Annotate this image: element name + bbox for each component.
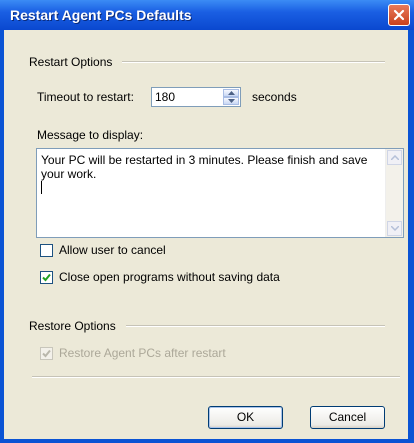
timeout-input[interactable]: [155, 89, 215, 105]
scroll-down-button[interactable]: [387, 221, 402, 236]
message-label: Message to display:: [37, 128, 144, 142]
restore-options-header: Restore Options: [29, 319, 385, 333]
arrow-down-icon: [227, 99, 235, 103]
dialog-window: Restart Agent PCs Defaults Restart Optio…: [0, 0, 414, 443]
restore-after-checkbox-row: Restore Agent PCs after restart: [40, 346, 226, 360]
group-divider: [122, 61, 385, 63]
close-button[interactable]: [388, 4, 410, 26]
text-caret: [41, 181, 42, 194]
dialog-body: Restart Options Timeout to restart: seco…: [4, 30, 408, 439]
checkmark-icon: [42, 349, 51, 357]
arrow-up-icon: [227, 91, 235, 95]
message-scrollbar[interactable]: [385, 149, 403, 237]
timeout-label: Timeout to restart:: [37, 90, 134, 104]
allow-cancel-label: Allow user to cancel: [59, 243, 166, 257]
allow-cancel-checkbox-row[interactable]: Allow user to cancel: [40, 243, 166, 257]
title-bar[interactable]: Restart Agent PCs Defaults: [0, 0, 414, 30]
close-programs-label: Close open programs without saving data: [59, 270, 280, 284]
close-programs-checkbox-row[interactable]: Close open programs without saving data: [40, 270, 280, 284]
restore-after-checkbox: [40, 346, 53, 360]
chevron-up-icon: [390, 155, 399, 160]
spin-down-button[interactable]: [223, 97, 239, 105]
window-title: Restart Agent PCs Defaults: [10, 7, 192, 23]
timeout-spinner[interactable]: [151, 87, 241, 107]
allow-cancel-checkbox[interactable]: [40, 243, 53, 257]
group-divider: [125, 325, 385, 327]
cancel-button[interactable]: Cancel: [310, 406, 385, 429]
close-icon: [393, 9, 405, 21]
checkmark-icon: [42, 273, 51, 281]
close-programs-checkbox[interactable]: [40, 270, 53, 284]
bottom-separator: [32, 376, 400, 378]
scroll-up-button[interactable]: [387, 150, 402, 165]
timeout-unit: seconds: [252, 90, 297, 104]
message-text: Your PC will be restarted in 3 minutes. …: [41, 153, 381, 195]
restart-options-header: Restart Options: [29, 55, 385, 69]
spin-up-button[interactable]: [223, 89, 239, 97]
ok-button[interactable]: OK: [208, 406, 283, 429]
restore-after-label: Restore Agent PCs after restart: [59, 346, 226, 360]
chevron-down-icon: [390, 226, 399, 231]
restore-options-label: Restore Options: [29, 319, 116, 333]
spinner-arrows: [223, 89, 239, 105]
message-textarea[interactable]: Your PC will be restarted in 3 minutes. …: [36, 148, 404, 238]
restart-options-label: Restart Options: [29, 55, 113, 69]
